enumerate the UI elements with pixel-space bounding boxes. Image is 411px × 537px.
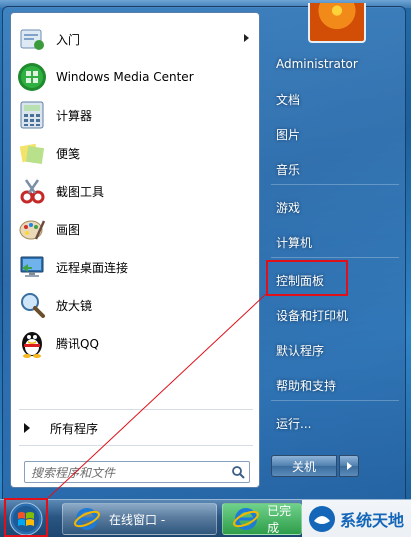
- annotation-line: [47, 293, 267, 499]
- watermark-text: 系统天地: [340, 510, 405, 530]
- watermark-emblem-icon: [309, 505, 335, 532]
- watermark-logo: 系统天地: [302, 500, 411, 537]
